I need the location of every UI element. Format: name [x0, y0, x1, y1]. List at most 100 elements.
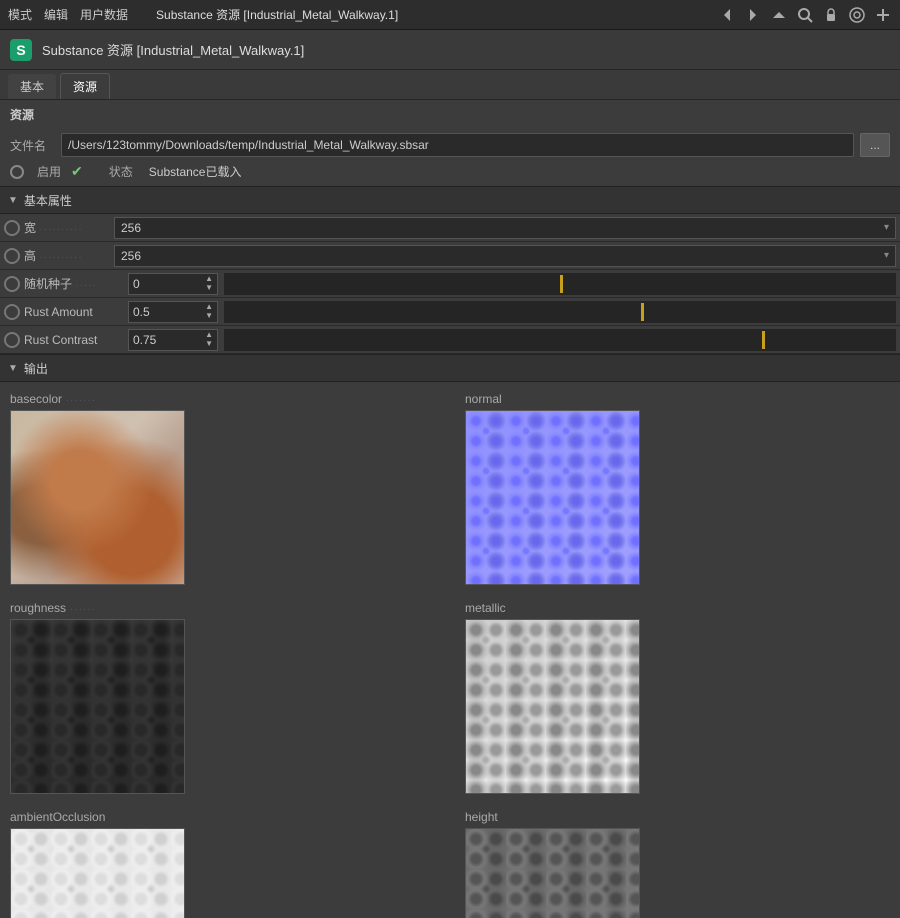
- prop-name-width: 宽 ··········: [24, 219, 114, 236]
- ambient-label: ambientOcclusion: [10, 810, 435, 824]
- output-item-metallic: metallic: [465, 601, 890, 794]
- rust-amount-spin-down[interactable]: ▼: [205, 312, 213, 320]
- search-icon[interactable]: [796, 6, 814, 24]
- width-dropdown-arrow: ▾: [884, 222, 889, 233]
- arrow-left-icon: [718, 6, 736, 24]
- prop-name-rust-amount: Rust Amount: [24, 305, 124, 319]
- substance-logo: S: [10, 39, 32, 61]
- seed-slider-marker: [560, 275, 563, 293]
- roughness-preview: [10, 619, 185, 794]
- output-item-height: height: [465, 810, 890, 918]
- prop-radio-seed[interactable]: [4, 276, 20, 292]
- seed-slider[interactable]: [224, 273, 896, 295]
- prop-row-rust-amount: Rust Amount 0.5 ▲ ▼: [0, 298, 900, 326]
- prop-row-seed: 随机种子 ····· 0 ▲ ▼: [0, 270, 900, 298]
- metallic-preview: [465, 619, 640, 794]
- appbar: S Substance 资源 [Industrial_Metal_Walkway…: [0, 30, 900, 70]
- tab-resource[interactable]: 资源: [60, 73, 110, 99]
- rust-amount-slider-marker: [641, 303, 644, 321]
- prop-row-width: 宽 ·········· 256 ▾: [0, 214, 900, 242]
- basic-props-title: 基本属性: [24, 192, 72, 209]
- output-collapse-arrow-icon: ▼: [8, 363, 18, 374]
- menu-userdata[interactable]: 用户数据: [80, 6, 128, 23]
- status-label: 状态: [109, 163, 133, 180]
- output-title: 输出: [24, 360, 48, 377]
- collapse-arrow-icon: ▼: [8, 195, 18, 206]
- menu-mode[interactable]: 模式: [8, 6, 32, 23]
- basecolor-preview: [10, 410, 185, 585]
- output-item-normal: normal: [465, 392, 890, 585]
- prop-radio-width[interactable]: [4, 220, 20, 236]
- rust-contrast-spin-down[interactable]: ▼: [205, 340, 213, 348]
- add-icon[interactable]: [874, 6, 892, 24]
- output-header[interactable]: ▼ 输出: [0, 354, 900, 382]
- props-container: 宽 ·········· 256 ▾ 高 ·········· 256 ▾ 随机…: [0, 214, 900, 354]
- height-label: height: [465, 810, 890, 824]
- width-value: 256: [121, 221, 141, 235]
- enable-radio[interactable]: [10, 165, 24, 179]
- height-dropdown-arrow: ▾: [884, 250, 889, 261]
- settings-icon[interactable]: [848, 6, 866, 24]
- file-path-input[interactable]: /Users/123tommy/Downloads/temp/Industria…: [61, 133, 854, 157]
- output-item-basecolor: basecolor ·······: [10, 392, 435, 585]
- rust-contrast-value-box[interactable]: 0.75 ▲ ▼: [128, 329, 218, 351]
- prop-radio-rust-amount[interactable]: [4, 304, 20, 320]
- seed-spinners[interactable]: ▲ ▼: [205, 275, 213, 292]
- prop-radio-rust-contrast[interactable]: [4, 332, 20, 348]
- output-section: basecolor ······· normal roughness ·····…: [0, 382, 900, 918]
- prop-dropdown-height[interactable]: 256 ▾: [114, 245, 896, 267]
- rust-amount-spinners[interactable]: ▲ ▼: [205, 303, 213, 320]
- menu-edit[interactable]: 编辑: [44, 6, 68, 23]
- rust-amount-value-box[interactable]: 0.5 ▲ ▼: [128, 301, 218, 323]
- file-label: 文件名: [10, 137, 55, 154]
- file-row: 文件名 /Users/123tommy/Downloads/temp/Indus…: [10, 133, 890, 157]
- main-content: 资源 文件名 /Users/123tommy/Downloads/temp/In…: [0, 100, 900, 918]
- lock-icon: [822, 6, 840, 24]
- resource-section-label: 资源: [0, 100, 900, 127]
- rust-amount-slider[interactable]: [224, 301, 896, 323]
- normal-preview: [465, 410, 640, 585]
- output-item-roughness: roughness ······: [10, 601, 435, 794]
- tabbar: 基本 资源: [0, 70, 900, 100]
- titlebar-title: Substance 资源 [Industrial_Metal_Walkway.1…: [156, 6, 398, 23]
- output-grid: basecolor ······· normal roughness ·····…: [10, 392, 890, 918]
- output-item-ambient: ambientOcclusion: [10, 810, 435, 918]
- browse-button[interactable]: ...: [860, 133, 890, 157]
- tab-basic[interactable]: 基本: [8, 74, 56, 99]
- status-value: Substance已载入: [149, 163, 242, 180]
- status-row: 启用 ✔ 状态 Substance已载入: [10, 163, 890, 180]
- height-value: 256: [121, 249, 141, 263]
- normal-label: normal: [465, 392, 890, 406]
- roughness-label: roughness ······: [10, 601, 435, 615]
- arrow-right-icon: [744, 6, 762, 24]
- rust-contrast-spin-up[interactable]: ▲: [205, 331, 213, 339]
- prop-row-height: 高 ·········· 256 ▾: [0, 242, 900, 270]
- seed-spin-up[interactable]: ▲: [205, 275, 213, 283]
- prop-name-seed: 随机种子 ·····: [24, 275, 124, 292]
- app-title: Substance 资源 [Industrial_Metal_Walkway.1…: [42, 40, 304, 59]
- seed-value: 0: [133, 277, 205, 291]
- seed-spin-down[interactable]: ▼: [205, 284, 213, 292]
- prop-name-height: 高 ··········: [24, 247, 114, 264]
- rust-contrast-spinners[interactable]: ▲ ▼: [205, 331, 213, 348]
- ambient-preview: [10, 828, 185, 918]
- metallic-label: metallic: [465, 601, 890, 615]
- basic-props-header[interactable]: ▼ 基本属性: [0, 186, 900, 214]
- rust-amount-value: 0.5: [133, 305, 205, 319]
- rust-contrast-slider-marker: [762, 331, 765, 349]
- rust-contrast-value: 0.75: [133, 333, 205, 347]
- check-mark-icon: ✔: [71, 163, 83, 180]
- up-arrow-icon: [770, 6, 788, 24]
- rust-contrast-slider[interactable]: [224, 329, 896, 351]
- basecolor-label: basecolor ·······: [10, 392, 435, 406]
- prop-radio-height[interactable]: [4, 248, 20, 264]
- height-preview: [465, 828, 640, 918]
- rust-amount-spin-up[interactable]: ▲: [205, 303, 213, 311]
- titlebar: 模式 编辑 用户数据 Substance 资源 [Industrial_Meta…: [0, 0, 900, 30]
- resource-section: 文件名 /Users/123tommy/Downloads/temp/Indus…: [0, 127, 900, 186]
- prop-row-rust-contrast: Rust Contrast 0.75 ▲ ▼: [0, 326, 900, 354]
- enable-label: 启用: [37, 163, 61, 180]
- seed-value-box[interactable]: 0 ▲ ▼: [128, 273, 218, 295]
- prop-dropdown-width[interactable]: 256 ▾: [114, 217, 896, 239]
- svg-text:S: S: [16, 42, 25, 58]
